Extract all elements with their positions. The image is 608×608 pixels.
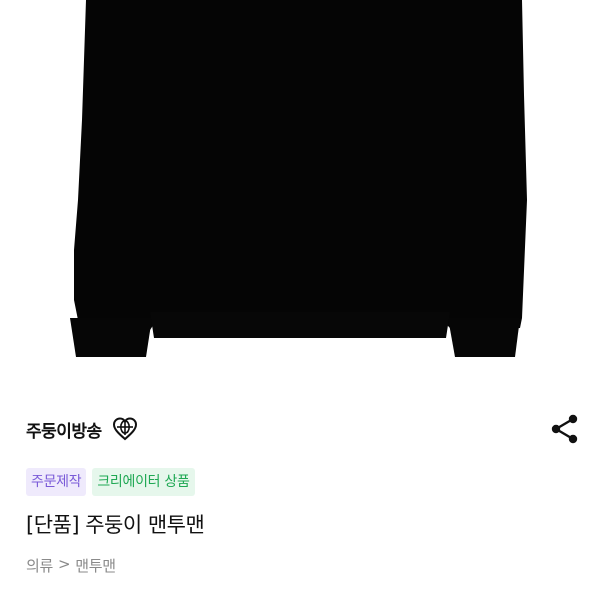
seller-name[interactable]: 주둥이방송 (26, 417, 102, 442)
sweatshirt-right-cuff (448, 318, 520, 357)
sweatshirt-body (74, 0, 527, 332)
seller-row[interactable]: 주둥이방송 (26, 414, 138, 444)
product-info: 주둥이방송 주문제작 크리에이터 상품 [단품] 주둥이 맨투맨 의류 > 맨투… (0, 380, 608, 608)
breadcrumb-subcategory[interactable]: 맨투맨 (75, 555, 116, 576)
tag-custom-order: 주문제작 (26, 468, 87, 496)
share-icon (551, 414, 578, 444)
share-button[interactable] (548, 412, 582, 446)
breadcrumb-category[interactable]: 의류 (26, 555, 53, 576)
product-tags: 주문제작 크리에이터 상품 (26, 468, 195, 496)
heart-globe-icon (112, 416, 138, 442)
breadcrumb: 의류 > 맨투맨 (26, 555, 116, 576)
product-image (0, 0, 608, 380)
sweatshirt-image (70, 0, 527, 357)
product-title: [단품] 주둥이 맨투맨 (26, 513, 205, 537)
sweatshirt-waistband (150, 312, 450, 338)
tag-creator-product: 크리에이터 상품 (92, 468, 195, 496)
breadcrumb-separator: > (58, 555, 71, 573)
sweatshirt-left-cuff (70, 318, 152, 357)
